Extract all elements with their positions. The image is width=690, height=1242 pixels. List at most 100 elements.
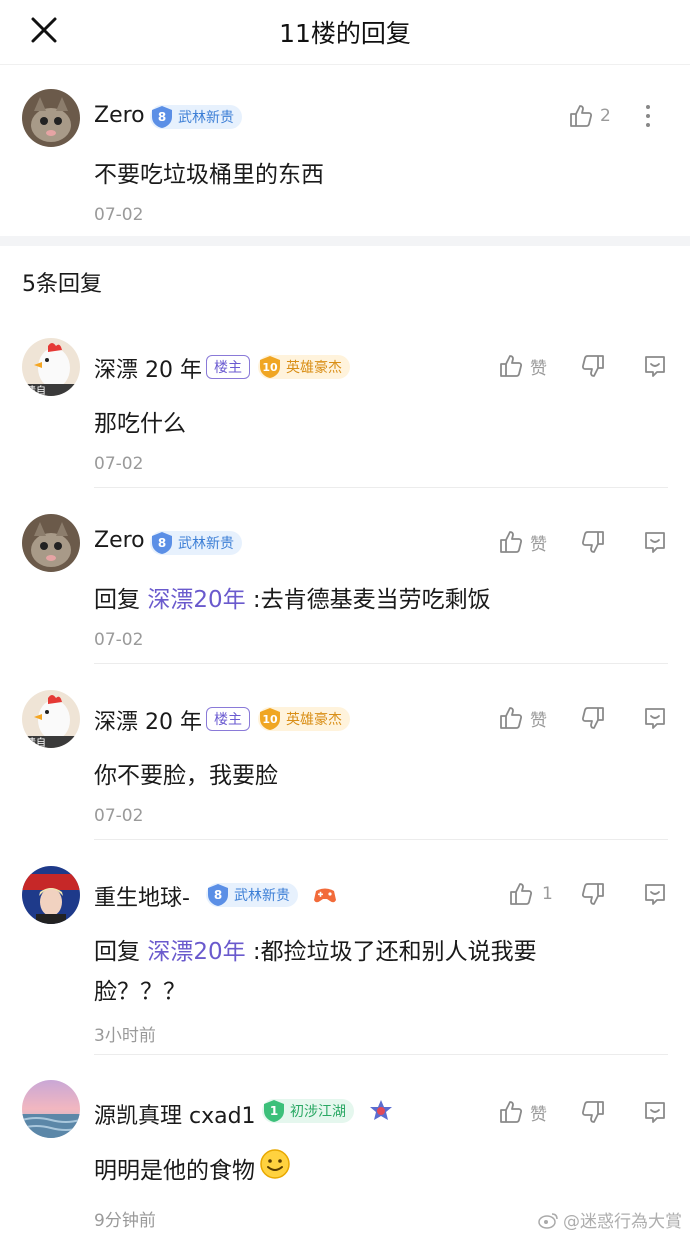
avatar[interactable] [22, 866, 80, 924]
username[interactable]: 重生地球- [94, 880, 190, 912]
dislike-button[interactable] [580, 881, 606, 907]
reply-button[interactable] [642, 529, 668, 555]
divider [94, 487, 668, 488]
level-shield-icon: 1 [262, 1099, 286, 1123]
comment-text: 明明是他的食物 [94, 1148, 291, 1193]
avatar[interactable]: 清自 [22, 338, 80, 396]
like-button[interactable]: 赞 [498, 529, 547, 555]
chat-bubble-icon [645, 884, 665, 905]
thumbs-up-icon [570, 105, 593, 127]
watermark: @迷惑行為大賞 [537, 1207, 682, 1232]
svg-text:清自: 清自 [26, 384, 46, 396]
owner-tag: 楼主 [206, 707, 250, 731]
chat-bubble-icon [645, 708, 665, 729]
thumbs-up-icon [510, 883, 533, 905]
level-title: 英雄豪杰 [286, 360, 342, 376]
username[interactable]: 深漂 20 年 [94, 352, 202, 384]
reply-button[interactable] [642, 1099, 668, 1125]
level-title: 武林新贵 [178, 536, 234, 552]
like-button[interactable]: 2 [568, 103, 611, 129]
dislike-button[interactable] [580, 353, 606, 379]
timestamp: 9分钟前 [94, 1211, 156, 1231]
like-label: 赞 [530, 534, 547, 555]
level-title: 武林新贵 [234, 888, 290, 904]
username[interactable]: Zero [94, 528, 145, 553]
like-count: 2 [600, 106, 611, 126]
level-title: 初涉江湖 [290, 1104, 346, 1120]
like-button[interactable]: 赞 [498, 1099, 547, 1125]
thumbs-down-icon [581, 883, 604, 905]
avatar[interactable]: 清自 [22, 690, 80, 748]
level-shield-icon: 8 [150, 531, 174, 555]
owner-tag: 楼主 [206, 355, 250, 379]
thumbs-down-icon [581, 1101, 604, 1123]
like-label: 赞 [530, 358, 547, 379]
weibo-logo-icon [538, 1212, 558, 1229]
timestamp: 07-02 [94, 205, 144, 225]
like-button[interactable]: 赞 [498, 353, 547, 379]
chat-bubble-icon [645, 532, 665, 553]
original-comment: Zero 8 武林新贵 2 不要吃垃圾桶里的东西 07-02 [0, 64, 690, 236]
level-title: 武林新贵 [178, 110, 234, 126]
reply-button[interactable] [642, 881, 668, 907]
level-badge: 8 武林新贵 [150, 531, 242, 555]
thumbs-up-icon [500, 531, 523, 553]
reply-to-user-link[interactable]: 深漂20年 [147, 587, 245, 613]
thumbs-down-icon [581, 707, 604, 729]
rank-badge-icon [368, 1098, 394, 1128]
like-label: 赞 [530, 710, 547, 731]
comment-text: 回复 深漂20年 :去肯德基麦当劳吃剩饭 [94, 587, 491, 613]
avatar[interactable] [22, 514, 80, 572]
level-shield-icon: 8 [206, 883, 230, 907]
divider [94, 1054, 668, 1055]
level-shield-icon: 10 [258, 355, 282, 379]
timestamp: 07-02 [94, 806, 144, 826]
level-shield-icon: 8 [150, 105, 174, 129]
section-divider [0, 236, 690, 246]
thumbs-down-icon [581, 355, 604, 377]
comment-text: 你不要脸，我要脸 [94, 763, 278, 789]
divider [94, 663, 668, 664]
more-options-icon[interactable] [646, 105, 650, 127]
divider [94, 839, 668, 840]
level-title: 英雄豪杰 [286, 712, 342, 728]
level-badge: 10 英雄豪杰 [258, 707, 350, 731]
top-bar: 11楼的回复 [0, 0, 690, 64]
reply-button[interactable] [642, 353, 668, 379]
timestamp: 3小时前 [94, 1026, 156, 1046]
chat-bubble-icon [645, 1102, 665, 1123]
comment-text: 不要吃垃圾桶里的东西 [94, 162, 324, 188]
svg-text:清自: 清自 [26, 736, 46, 748]
timestamp: 07-02 [94, 630, 144, 650]
level-badge: 8 武林新贵 [150, 105, 242, 129]
reply-count: 5条回复 [22, 272, 102, 297]
dislike-button[interactable] [580, 1099, 606, 1125]
username[interactable]: 深漂 20 年 [94, 704, 202, 736]
username[interactable]: 源凯真理 cxad1 [94, 1098, 256, 1130]
level-badge: 10 英雄豪杰 [258, 355, 350, 379]
smile-emoji-icon [259, 1148, 291, 1193]
thumbs-up-icon [500, 1101, 523, 1123]
avatar[interactable] [22, 1080, 80, 1138]
like-button[interactable]: 1 [508, 881, 553, 907]
comment-text: 那吃什么 [94, 411, 186, 437]
gamepad-badge-icon [312, 882, 338, 912]
chat-bubble-icon [645, 356, 665, 377]
timestamp: 07-02 [94, 454, 144, 474]
comment-text: 回复 深漂20年 :都捡垃圾了还和别人说我要 脸？？？ [94, 939, 537, 1005]
reply-button[interactable] [642, 705, 668, 731]
reply-to-user-link[interactable]: 深漂20年 [147, 939, 245, 965]
level-badge: 1 初涉江湖 [262, 1099, 354, 1123]
level-shield-icon: 10 [258, 707, 282, 731]
page-title: 11楼的回复 [279, 19, 411, 48]
thumbs-up-icon [500, 355, 523, 377]
dislike-button[interactable] [580, 529, 606, 555]
like-count: 1 [542, 884, 553, 904]
like-button[interactable]: 赞 [498, 705, 547, 731]
like-label: 赞 [530, 1104, 547, 1125]
avatar[interactable] [22, 89, 80, 147]
thumbs-up-icon [500, 707, 523, 729]
level-badge: 8 武林新贵 [206, 883, 298, 907]
username[interactable]: Zero [94, 103, 145, 128]
dislike-button[interactable] [580, 705, 606, 731]
